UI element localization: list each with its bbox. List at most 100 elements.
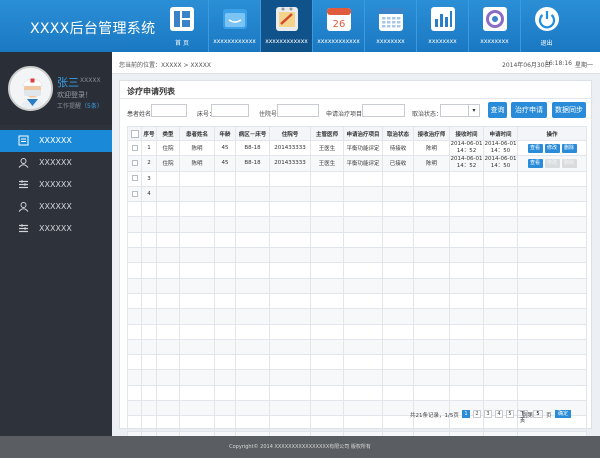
empty-cell xyxy=(382,231,414,249)
empty-cell xyxy=(269,247,311,264)
empty-cell xyxy=(127,216,142,233)
cell-no: 4 xyxy=(141,185,157,203)
admission-input[interactable] xyxy=(277,104,319,117)
row-checkbox[interactable] xyxy=(131,175,138,182)
select-all-checkbox[interactable] xyxy=(130,129,139,138)
nav-item-4[interactable]: 26 xxxxxxxxxxxx xyxy=(312,0,364,52)
empty-cell xyxy=(214,185,236,203)
empty-cell xyxy=(310,384,344,402)
row-checkbox[interactable] xyxy=(131,144,138,151)
empty-cell xyxy=(343,292,383,310)
empty-cell xyxy=(449,277,484,294)
nav-item-5[interactable]: xxxxxxxx xyxy=(364,0,416,52)
page-2-button[interactable]: 2 xyxy=(473,410,481,418)
goto-page-input[interactable]: 5 xyxy=(533,410,543,418)
nav-item-3[interactable]: xxxxxxxxxxxx xyxy=(260,0,312,52)
edit-button[interactable]: 修改 xyxy=(544,158,560,168)
empty-cell xyxy=(179,354,215,371)
cell-bed: B8-18 xyxy=(235,155,270,172)
table-row xyxy=(127,369,587,386)
row-checkbox[interactable] xyxy=(131,190,138,197)
cell-type: 住院 xyxy=(156,155,180,172)
work-reminder[interactable]: 工作提醒（5条） xyxy=(57,101,103,110)
delete-button[interactable]: 删除 xyxy=(561,158,577,168)
cell-apply-time: 2014-06-01 14：50 xyxy=(483,155,518,172)
receive-clock: 14：52 xyxy=(456,163,477,170)
goto-label: 到第 xyxy=(522,413,534,419)
treatment-list-panel: 诊疗申请列表 患者姓名： 床号： 住院号： 申请治疗项目： 取治状态： ▾ 查询… xyxy=(119,80,593,447)
goto-confirm-button[interactable]: 确定 xyxy=(555,410,571,418)
avatar[interactable] xyxy=(8,66,53,111)
empty-cell xyxy=(156,277,180,294)
empty-cell xyxy=(156,384,180,402)
project-input[interactable] xyxy=(362,104,405,117)
empty-cell xyxy=(127,262,142,279)
data-sync-button[interactable]: 数据同步 xyxy=(552,102,586,118)
empty-cell xyxy=(413,170,450,187)
empty-cell xyxy=(343,170,383,187)
empty-cell xyxy=(179,170,215,187)
treatment-apply-button[interactable]: 治疗申请 xyxy=(511,102,547,118)
cell-age: 45 xyxy=(214,139,236,157)
empty-cell xyxy=(343,231,383,249)
nav-item-7[interactable]: xxxxxxxx xyxy=(468,0,520,52)
nav-item-8[interactable]: 退出 xyxy=(520,0,572,52)
patient-name-input[interactable] xyxy=(151,104,187,117)
empty-cell xyxy=(310,216,344,233)
empty-cell xyxy=(517,201,587,218)
table-header-row: 序号 类型 患者姓名 年龄 病区－床号 住院号 主管医师 申请治疗项目 取治状态 接收治疗师 接收时… xyxy=(127,126,587,141)
empty-cell xyxy=(179,338,215,356)
bed-input[interactable] xyxy=(211,104,249,117)
page-4-button[interactable]: 4 xyxy=(495,410,503,418)
view-button[interactable]: 查看 xyxy=(527,158,543,168)
table-row: 4 xyxy=(127,185,587,203)
empty-cell xyxy=(343,201,383,218)
sidebar-item-label: XXXXXX xyxy=(39,202,72,211)
empty-cell xyxy=(310,262,344,279)
sidebar-item-4[interactable]: XXXXXX xyxy=(0,196,112,218)
empty-cell xyxy=(235,369,270,386)
empty-cell xyxy=(269,231,311,249)
sidebar-item-1[interactable]: XXXXXX xyxy=(0,130,112,152)
empty-cell xyxy=(310,231,344,249)
empty-cell xyxy=(141,369,157,386)
table-row xyxy=(127,216,587,233)
table-row xyxy=(127,384,587,402)
sidebar-item-5[interactable]: XXXXXX xyxy=(0,218,112,240)
user-id: XXXXX xyxy=(80,77,101,84)
sidebar-item-2[interactable]: XXXXXX xyxy=(0,152,112,174)
empty-cell xyxy=(382,400,414,417)
edit-button[interactable]: 修改 xyxy=(544,143,560,153)
nav-item-1[interactable]: 首 页 xyxy=(156,0,208,52)
empty-cell xyxy=(483,354,518,371)
delete-button[interactable]: 删除 xyxy=(561,143,577,153)
search-button[interactable]: 查询 xyxy=(488,102,507,118)
empty-cell xyxy=(483,216,518,233)
nav-label: 首 页 xyxy=(175,40,189,47)
empty-cell xyxy=(214,354,236,371)
view-button[interactable]: 查看 xyxy=(527,143,543,153)
empty-cell xyxy=(449,384,484,402)
sidebar-item-3[interactable]: XXXXXX xyxy=(0,174,112,196)
cell-patient-name: 陈明 xyxy=(179,139,215,157)
nav-item-6[interactable]: xxxxxxxx xyxy=(416,0,468,52)
empty-cell xyxy=(483,338,518,356)
empty-cell xyxy=(413,247,450,264)
user-name[interactable]: 张三 xyxy=(57,74,79,90)
nav-item-2[interactable]: xxxxxxxxxxxx xyxy=(208,0,260,52)
empty-cell xyxy=(449,323,484,340)
row-select-cell xyxy=(127,185,142,203)
empty-cell xyxy=(517,338,587,356)
empty-cell xyxy=(382,262,414,279)
empty-cell xyxy=(214,201,236,218)
status-select[interactable]: ▾ xyxy=(440,104,480,117)
current-date: 2014年06月30日 xyxy=(502,62,551,69)
empty-cell xyxy=(235,170,270,187)
footer: Copyright© 2014 XXXXXXXXXXXXXXXX有限公司 版权所… xyxy=(0,436,600,458)
cell-bed: B8-18 xyxy=(235,139,270,157)
row-checkbox[interactable] xyxy=(131,160,138,167)
page-5-button[interactable]: 5 xyxy=(506,410,514,418)
page-1-button[interactable]: 1 xyxy=(462,410,470,418)
page-3-button[interactable]: 3 xyxy=(484,410,492,418)
cell-therapist: 陈明 xyxy=(413,139,450,157)
